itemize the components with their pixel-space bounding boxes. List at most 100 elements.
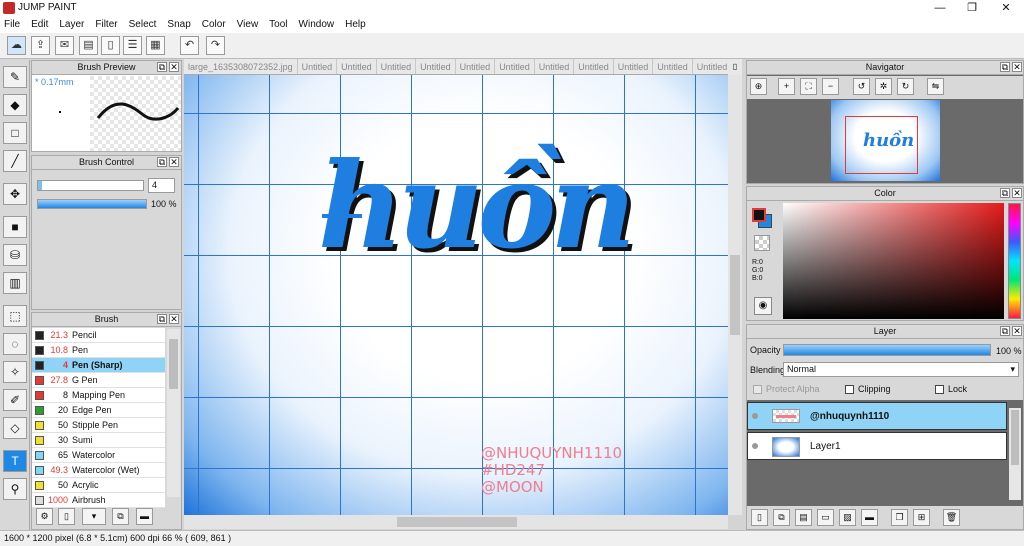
new-layer-copy-icon[interactable]: ⧉ (773, 509, 790, 526)
brush-size-slider[interactable] (37, 180, 144, 191)
rotate-left-icon[interactable]: ↺ (853, 78, 870, 95)
rectangle-tool-icon[interactable]: □ (3, 122, 27, 144)
menu-tool[interactable]: Tool (269, 17, 287, 33)
blending-select[interactable]: Normal ▾ (783, 362, 1019, 377)
brush-item[interactable]: 50 Acrylic (32, 478, 165, 493)
rotate-reset-icon[interactable]: ✲ (875, 78, 892, 95)
zoom-actual-icon[interactable]: ⛶ (800, 78, 817, 95)
duplicate-layer-icon[interactable]: ❐ (891, 509, 908, 526)
tabs-scroll-icon[interactable]: ▯ (728, 59, 742, 75)
brush-item[interactable]: 50 Stipple Pen (32, 418, 165, 433)
menu-filter[interactable]: Filter (95, 17, 117, 33)
brush-tool-icon[interactable]: ✎ (3, 66, 27, 88)
lasso-tool-icon[interactable]: ◌ (3, 333, 27, 355)
document-tab[interactable]: Untitled (298, 59, 338, 74)
brush-item[interactable]: 4 Pen (Sharp) (32, 358, 165, 373)
zoom-in-icon[interactable]: + (778, 78, 795, 95)
canvas-horizontal-scrollbar[interactable] (184, 515, 728, 529)
panel-close-icon[interactable]: ✕ (169, 314, 179, 324)
new-layer-icon[interactable]: ▯ (751, 509, 768, 526)
brush-opacity-slider[interactable] (37, 199, 147, 209)
select-pen-tool-icon[interactable]: ✐ (3, 389, 27, 411)
layer-list-scrollbar[interactable] (1009, 408, 1021, 500)
panel-float-icon[interactable]: ⧉ (1000, 188, 1010, 198)
delete-layer-icon[interactable]: 🗑 (943, 509, 960, 526)
select-eraser-tool-icon[interactable]: ◇ (3, 417, 27, 439)
brush-item[interactable]: 1000 Airbrush (32, 493, 165, 508)
brush-item[interactable]: 21.3 Pencil (32, 328, 165, 343)
menu-snap[interactable]: Snap (167, 17, 190, 33)
rotate-right-icon[interactable]: ↻ (897, 78, 914, 95)
zoom-out-icon[interactable]: − (822, 78, 839, 95)
comment-icon[interactable]: ✉ (55, 36, 74, 55)
panel-close-icon[interactable]: ✕ (1012, 188, 1022, 198)
brush-item[interactable]: 27.8 G Pen (32, 373, 165, 388)
layer-pattern-icon[interactable]: ▨ (839, 509, 856, 526)
menu-color[interactable]: Color (202, 17, 226, 33)
fill-rect-tool-icon[interactable]: ■ (3, 216, 27, 238)
document-tab[interactable]: Untitled (495, 59, 535, 74)
brush-size-input[interactable]: 4 (148, 178, 175, 193)
document-tab[interactable]: Untitled (693, 59, 728, 74)
eyedropper-tool-icon[interactable]: ⚲ (3, 478, 27, 500)
layer-visibility-icon[interactable] (752, 443, 758, 449)
document-tab[interactable]: Untitled (337, 59, 377, 74)
message-icon[interactable]: ▤ (79, 36, 98, 55)
bucket-tool-icon[interactable]: ⛁ (3, 244, 27, 266)
document-tab[interactable]: Untitled (377, 59, 417, 74)
drawing-canvas[interactable]: huồn huồn @NHUQUYNH1110 #HD247 @MOON (184, 75, 728, 515)
gradient-tool-icon[interactable]: ▥ (3, 272, 27, 294)
brush-settings-icon[interactable]: ⚙ (36, 508, 53, 525)
layer-visibility-icon[interactable] (752, 413, 758, 419)
brush-list-scrollbar[interactable] (167, 329, 180, 497)
eraser-tool-icon[interactable]: ◆ (3, 94, 27, 116)
brush-menu-icon[interactable]: ▾ (82, 508, 106, 525)
redo-icon[interactable]: ↷ (206, 36, 225, 55)
brush-item[interactable]: 49.3 Watercolor (Wet) (32, 463, 165, 478)
document-tab[interactable]: Untitled (416, 59, 456, 74)
layer-row[interactable]: Layer1 (747, 432, 1007, 460)
menu-help[interactable]: Help (345, 17, 366, 33)
zoom-fit-icon[interactable]: ⊕ (750, 78, 767, 95)
panel-close-icon[interactable]: ✕ (169, 157, 179, 167)
document-tab[interactable]: Untitled (653, 59, 693, 74)
menu-edit[interactable]: Edit (31, 17, 48, 33)
brush-item[interactable]: 10.8 Pen (32, 343, 165, 358)
select-rect-tool-icon[interactable]: ⬚ (3, 305, 27, 327)
panel-float-icon[interactable]: ⧉ (1000, 326, 1010, 336)
minimize-button[interactable]: — (924, 0, 956, 17)
panel-close-icon[interactable]: ✕ (1012, 62, 1022, 72)
foreground-color-swatch[interactable] (752, 208, 766, 222)
menu-file[interactable]: File (4, 17, 20, 33)
protect-alpha-checkbox[interactable] (753, 385, 762, 394)
text-tool-icon[interactable]: T (3, 450, 27, 472)
saturation-value-picker[interactable] (783, 203, 1004, 319)
lock-checkbox[interactable] (935, 385, 944, 394)
new-brush-icon[interactable]: ▯ (58, 508, 75, 525)
brush-copy-icon[interactable]: ⧉ (112, 508, 129, 525)
panel-close-icon[interactable]: ✕ (169, 62, 179, 72)
navigator-thumbnail[interactable]: huồn (831, 100, 940, 181)
brush-folder-icon[interactable]: ▬ (136, 508, 153, 525)
move-tool-icon[interactable]: ✥ (3, 183, 27, 205)
maximize-button[interactable]: ❐ (956, 0, 988, 17)
transparent-color-swatch[interactable] (754, 235, 770, 251)
flip-icon[interactable]: ⇋ (927, 78, 944, 95)
brush-item[interactable]: 20 Edge Pen (32, 403, 165, 418)
palette-icon[interactable]: ◉ (754, 297, 772, 315)
document-tab[interactable]: large_1635308072352.jpg (184, 59, 298, 74)
merge-layer-icon[interactable]: ⊞ (913, 509, 930, 526)
new-halftone-layer-icon[interactable]: ▤ (795, 509, 812, 526)
line-tool-icon[interactable]: ╱ (3, 150, 27, 172)
brush-item[interactable]: 65 Watercolor (32, 448, 165, 463)
new-text-layer-icon[interactable]: ▭ (817, 509, 834, 526)
layer-row[interactable]: @nhuquynh1110 (747, 402, 1007, 430)
menu-window[interactable]: Window (299, 17, 335, 33)
document-tab[interactable]: Untitled (574, 59, 614, 74)
cloud-sync-icon[interactable]: ☁ (7, 36, 26, 55)
panel-float-icon[interactable]: ⧉ (1000, 62, 1010, 72)
undo-icon[interactable]: ↶ (180, 36, 199, 55)
menu-view[interactable]: View (237, 17, 259, 33)
document-tab[interactable]: Untitled (614, 59, 654, 74)
page-icon[interactable]: ▯ (101, 36, 120, 55)
